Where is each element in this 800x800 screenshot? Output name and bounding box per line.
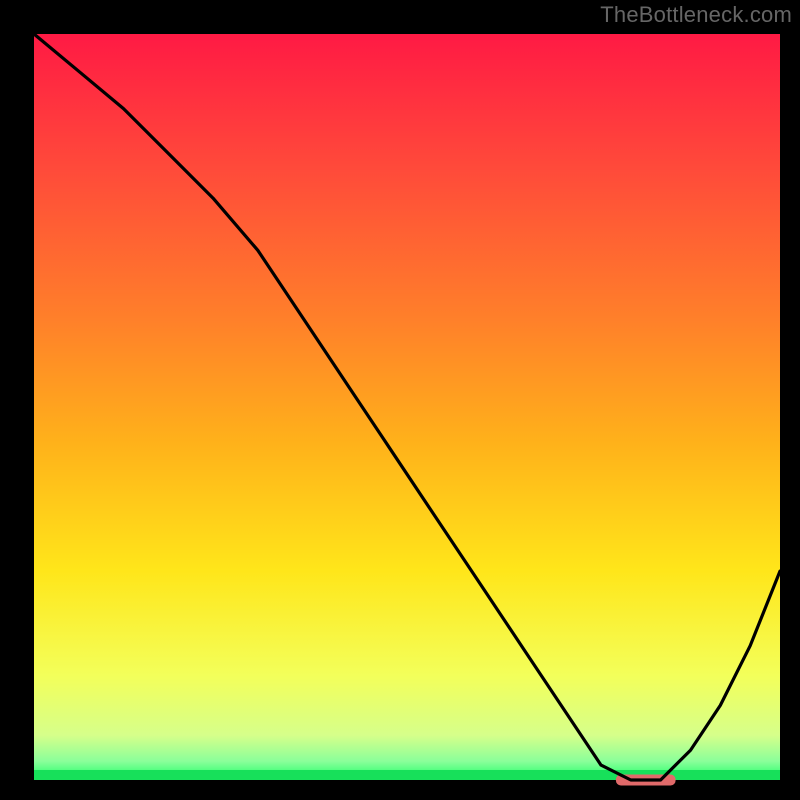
- watermark-label: TheBottleneck.com: [600, 2, 792, 28]
- chart-container: TheBottleneck.com: [0, 0, 800, 800]
- plot-background: [34, 34, 780, 780]
- bottleneck-chart: [0, 0, 800, 800]
